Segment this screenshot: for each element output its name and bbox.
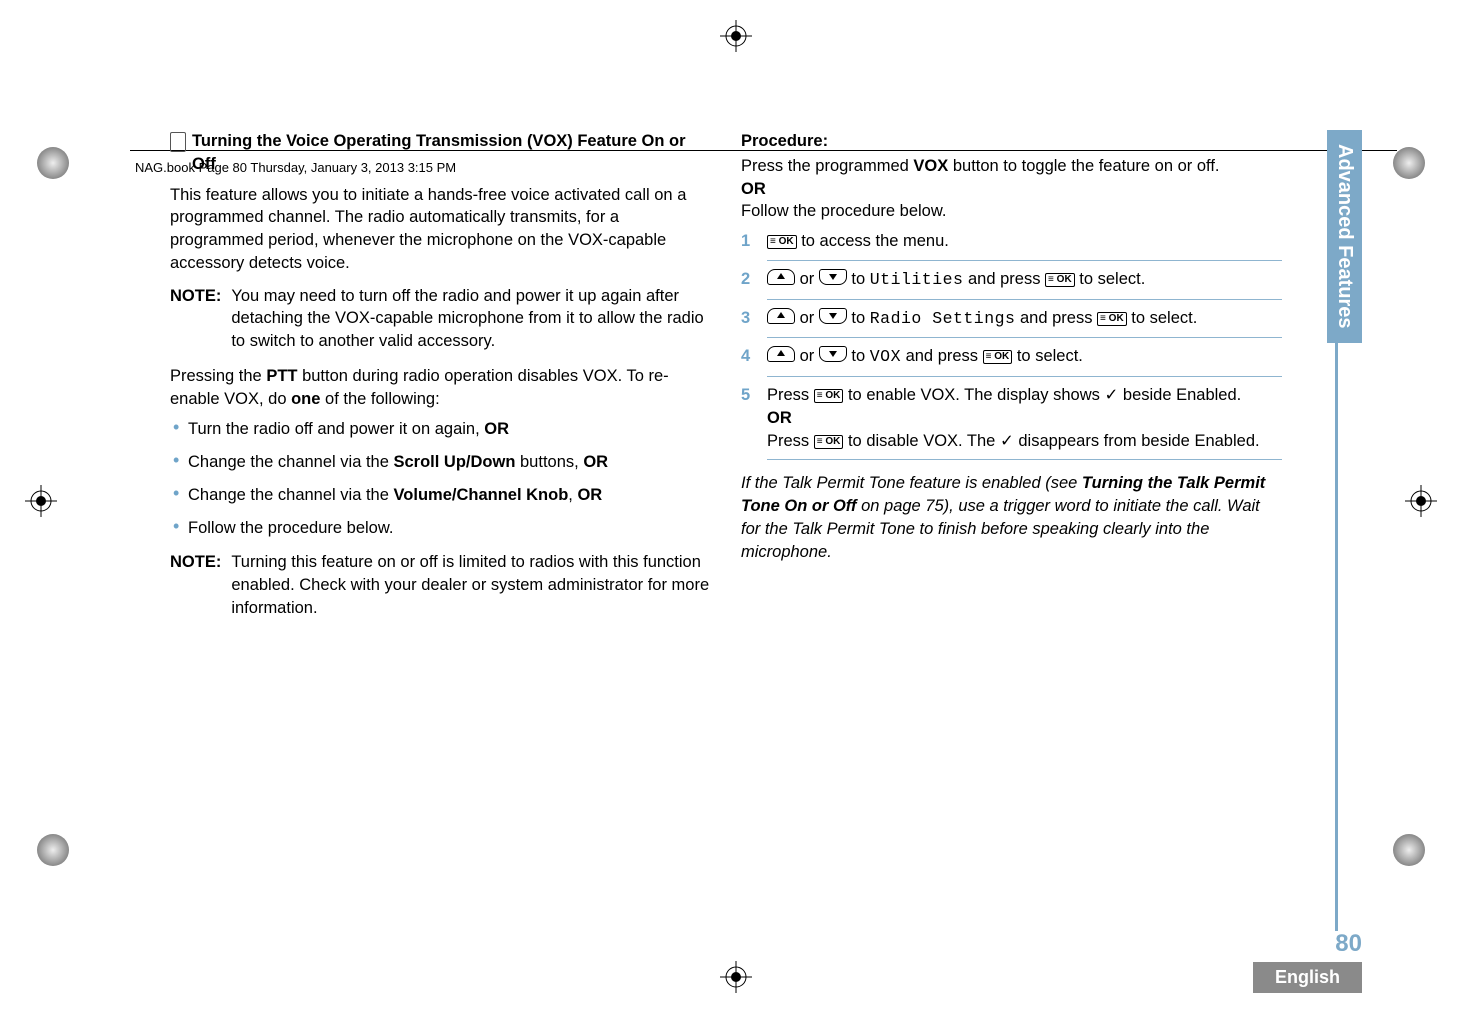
step-row: 4 or to VOX and press ≡ OK to select. (741, 338, 1282, 376)
registration-mark-bottom (720, 961, 752, 993)
list-item: Change the channel via the Volume/Channe… (170, 484, 711, 507)
step-row: 1 ≡ OK to access the menu. (741, 223, 1282, 260)
side-tab: Advanced Features (1327, 130, 1362, 343)
bullet-list: Turn the radio off and power it on again… (170, 418, 711, 539)
section-title: Turning the Voice Operating Transmission… (192, 130, 711, 176)
or-label: OR (767, 409, 792, 427)
up-arrow-icon (767, 346, 795, 362)
registration-mark-top (720, 20, 752, 52)
list-item: Follow the procedure below. (170, 517, 711, 540)
step-number: 3 (741, 307, 757, 331)
step-number: 5 (741, 384, 757, 452)
or-label: OR (741, 180, 766, 198)
ok-button-icon: ≡ OK (1045, 273, 1075, 287)
down-arrow-icon (819, 346, 847, 362)
ok-button-icon: ≡ OK (767, 235, 797, 249)
note-label: NOTE: (170, 285, 221, 353)
page-number: 80 (1335, 930, 1362, 958)
intro-paragraph: This feature allows you to initiate a ha… (170, 184, 711, 275)
down-arrow-icon (819, 269, 847, 285)
section-icon (170, 132, 186, 152)
step-row: 3 or to Radio Settings and press ≡ OK to… (741, 300, 1282, 338)
side-rule (1335, 336, 1338, 931)
print-dot-icon (35, 832, 71, 868)
left-column: Turning the Voice Operating Transmission… (170, 130, 711, 913)
up-arrow-icon (767, 269, 795, 285)
list-item: Change the channel via the Scroll Up/Dow… (170, 451, 711, 474)
registration-mark-left (25, 485, 57, 517)
step-number: 1 (741, 230, 757, 253)
ok-button-icon: ≡ OK (814, 389, 844, 403)
step-number: 2 (741, 268, 757, 292)
footnote: If the Talk Permit Tone feature is enabl… (741, 472, 1282, 563)
down-arrow-icon (819, 308, 847, 324)
print-dot-icon (1391, 832, 1427, 868)
registration-mark-right (1405, 485, 1437, 517)
ok-button-icon: ≡ OK (983, 350, 1013, 364)
check-icon: ✓ (1104, 386, 1118, 404)
print-dot-icon (35, 145, 71, 181)
check-icon: ✓ (1000, 432, 1014, 450)
procedure-intro2: Follow the procedure below. (741, 200, 1282, 223)
list-item: Turn the radio off and power it on again… (170, 418, 711, 441)
step-row: 5 Press ≡ OK to enable VOX. The display … (741, 377, 1282, 459)
paragraph: Pressing the PTT button during radio ope… (170, 365, 711, 411)
note-label: NOTE: (170, 551, 221, 619)
note-text: You may need to turn off the radio and p… (231, 285, 711, 353)
right-column: Procedure: Press the programmed VOX butt… (741, 130, 1282, 913)
language-tab: English (1253, 962, 1362, 993)
step-row: 2 or to Utilities and press ≡ OK to sele… (741, 261, 1282, 299)
note-text: Turning this feature on or off is limite… (231, 551, 711, 619)
ok-button-icon: ≡ OK (814, 435, 844, 449)
procedure-intro: Press the programmed VOX button to toggl… (741, 155, 1282, 178)
procedure-label: Procedure: (741, 130, 1282, 153)
up-arrow-icon (767, 308, 795, 324)
step-number: 4 (741, 345, 757, 369)
ok-button-icon: ≡ OK (1097, 312, 1127, 326)
